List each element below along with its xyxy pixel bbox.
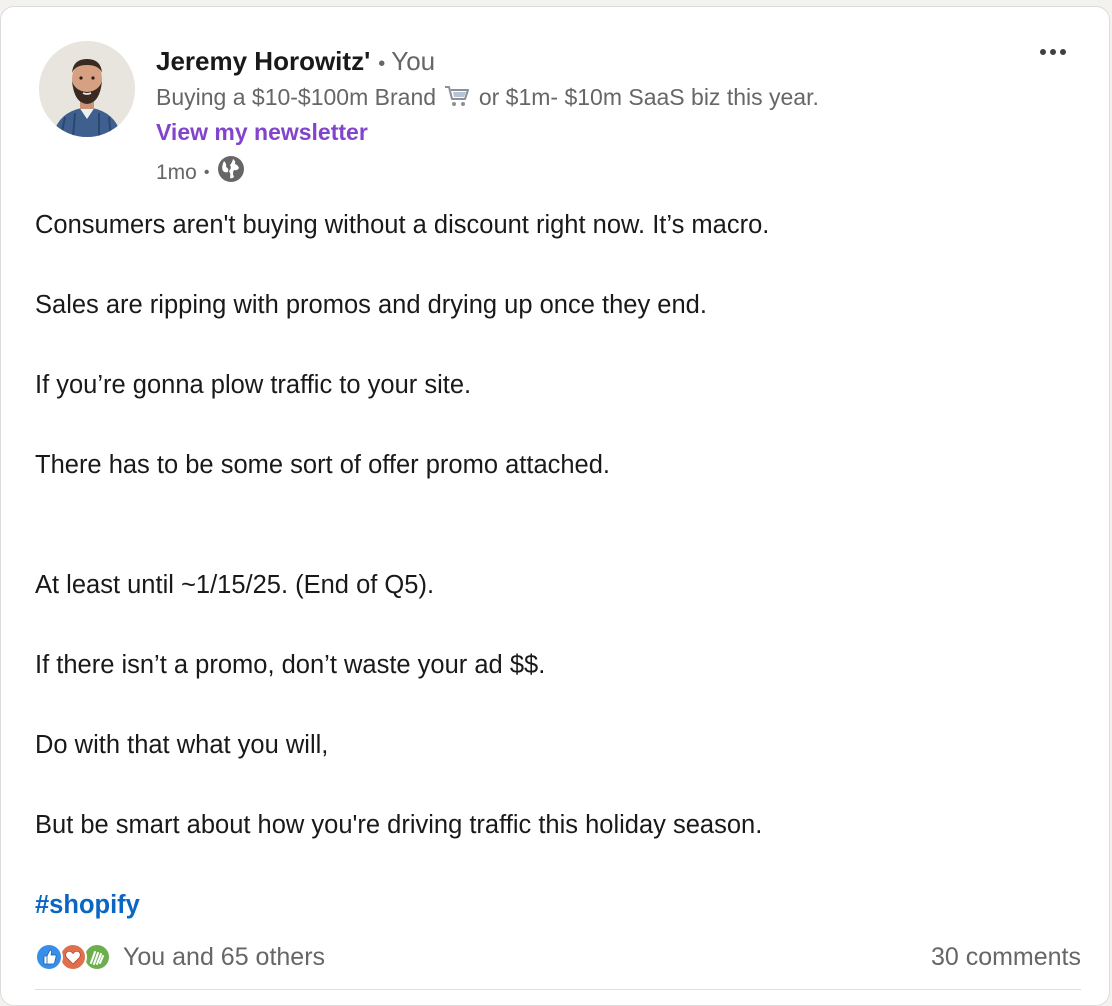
post-body-line: At least until ~1/15/25. (End of Q5).	[35, 571, 435, 599]
social-counts-bar: You and 65 others 30 comments	[35, 939, 1081, 975]
headline-text-end: or $1m- $10m SaaS biz this year.	[478, 84, 819, 110]
love-icon	[59, 943, 87, 971]
shopping-cart-icon	[444, 84, 470, 115]
relation-label: You	[391, 46, 436, 76]
post-body-line: If you’re gonna plow traffic to your sit…	[35, 371, 472, 399]
reactions-count-text: You and 65 others	[123, 943, 326, 971]
more-options-button[interactable]	[1035, 37, 1071, 67]
post-meta: 1mo •	[156, 155, 245, 191]
post-body-line: If there isn’t a promo, don’t waste your…	[35, 651, 546, 679]
author-avatar[interactable]	[39, 41, 135, 137]
headline-text-start: Buying a $10-$100m Brand	[156, 84, 437, 110]
post-body-line: Do with that what you will,	[35, 731, 329, 759]
author-name[interactable]: Jeremy Horowitz'	[156, 46, 370, 76]
author-separator: •	[378, 53, 386, 75]
post-body-line: Consumers aren't buying without a discou…	[35, 211, 770, 239]
post-card: Jeremy Horowitz' • You Buying a $10-$100m …	[0, 6, 1110, 1006]
comments-count-link[interactable]: 30 comments	[931, 939, 1081, 975]
post-body-line: But be smart about how you're driving tr…	[35, 811, 763, 839]
like-icon	[35, 943, 63, 971]
avatar-photo	[39, 41, 135, 137]
celebrate-icon	[83, 943, 111, 971]
meta-separator: •	[203, 164, 210, 181]
social-divider	[35, 989, 1081, 990]
view-newsletter-link[interactable]: View my newsletter	[156, 117, 368, 147]
reactions-summary[interactable]: You and 65 others	[35, 939, 325, 975]
author-line: Jeremy Horowitz' • You	[156, 45, 435, 80]
ellipsis-icon	[1040, 49, 1066, 55]
post-body-line: There has to be some sort of offer promo…	[35, 451, 611, 479]
author-headline: Buying a $10-$100m Brand or $1m- $10m Sa…	[156, 82, 819, 115]
post-time[interactable]: 1mo	[156, 159, 197, 187]
hashtag-link[interactable]: #shopify	[35, 887, 140, 923]
reaction-icons	[35, 941, 115, 973]
post-body-line: Sales are ripping with promos and drying…	[35, 291, 707, 319]
globe-icon	[217, 155, 245, 191]
